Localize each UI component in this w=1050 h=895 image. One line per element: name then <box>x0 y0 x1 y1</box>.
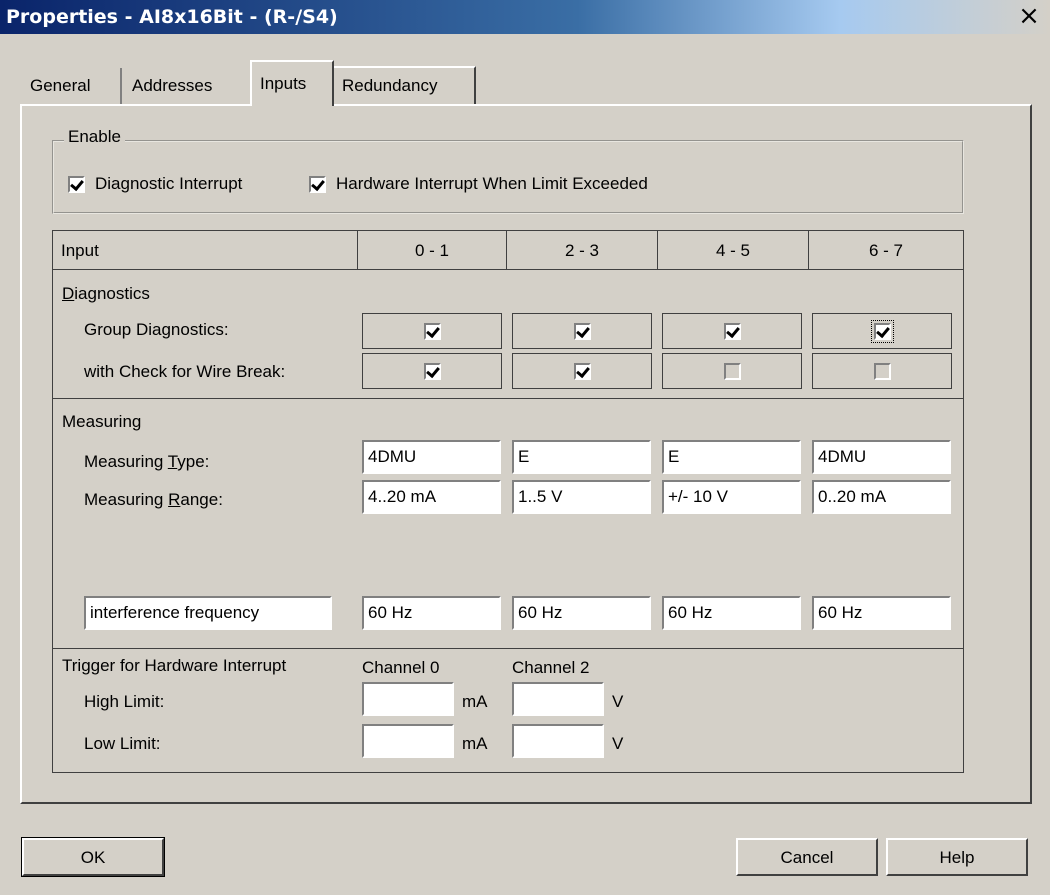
group-diag-checkbox[interactable] <box>423 322 441 340</box>
diagnostic-interrupt-checkbox[interactable] <box>68 175 85 193</box>
diagnostic-interrupt-option[interactable]: Diagnostic Interrupt <box>68 174 242 194</box>
tab-addresses[interactable]: Addresses <box>124 68 244 104</box>
header-col-label: 6 - 7 <box>868 241 904 260</box>
wire-break-checkbox-disabled <box>873 362 891 380</box>
tab-redundancy[interactable]: Redundancy <box>334 66 476 104</box>
wire-break-label: with Check for Wire Break: <box>84 362 286 381</box>
enable-group-label: Enable <box>64 127 125 147</box>
high-limit-ch2-input[interactable] <box>512 682 604 716</box>
measuring-section-label: Measuring <box>62 412 142 431</box>
group-diag-checkbox[interactable] <box>870 319 894 343</box>
header-col-4-5: 4 - 5 <box>657 230 809 270</box>
ok-button[interactable]: OK <box>21 837 165 877</box>
wire-break-cell-4-5 <box>662 353 802 389</box>
wire-break-cell-2-3[interactable] <box>512 353 652 389</box>
header-col-2-3: 2 - 3 <box>506 230 658 270</box>
wire-break-checkbox[interactable] <box>423 362 441 380</box>
hardware-interrupt-option[interactable]: Hardware Interrupt When Limit Exceeded <box>309 174 648 194</box>
tab-redundancy-label: Redundancy <box>342 76 438 95</box>
wire-break-checkbox[interactable] <box>573 362 591 380</box>
interference-field-0-1[interactable]: 60 Hz <box>362 596 501 630</box>
low-limit-ch2-input[interactable] <box>512 724 604 758</box>
header-col-label: 4 - 5 <box>715 241 751 260</box>
interference-frequency-label: interference frequency <box>84 596 332 630</box>
properties-dialog: Properties - AI8x16Bit - (R-/S4) × Gener… <box>0 0 1050 895</box>
window-title: Properties - AI8x16Bit - (R-/S4) <box>6 6 338 28</box>
channel-2-label: Channel 2 <box>512 658 590 677</box>
group-diag-cell-2-3[interactable] <box>512 313 652 349</box>
wire-break-checkbox-disabled <box>723 362 741 380</box>
header-input: Input <box>52 230 358 270</box>
cancel-button[interactable]: Cancel <box>736 838 878 876</box>
measuring-range-field-4-5[interactable]: +/- 10 V <box>662 480 801 514</box>
low-limit-ch2-unit: V <box>612 734 624 753</box>
trigger-section-label: Trigger for Hardware Interrupt <box>62 656 287 675</box>
tab-general[interactable]: General <box>22 68 122 104</box>
tab-addresses-label: Addresses <box>132 76 213 95</box>
high-limit-ch0-unit: mA <box>462 692 488 711</box>
measuring-type-field-0-1[interactable]: 4DMU <box>362 440 501 474</box>
measuring-range-field-6-7[interactable]: 0..20 mA <box>812 480 951 514</box>
low-limit-ch0-input[interactable] <box>362 724 454 758</box>
tab-general-label: General <box>30 76 91 95</box>
tab-inputs-label: Inputs <box>260 74 307 93</box>
group-diagnostics-label: Group Diagnostics: <box>84 320 229 339</box>
low-limit-ch0-unit: mA <box>462 734 488 753</box>
wire-break-cell-6-7 <box>812 353 952 389</box>
group-diag-cell-0-1[interactable] <box>362 313 502 349</box>
close-icon[interactable]: × <box>1014 3 1044 30</box>
group-diag-cell-4-5[interactable] <box>662 313 802 349</box>
tab-inputs[interactable]: Inputs <box>250 60 334 106</box>
header-col-label: 2 - 3 <box>564 241 600 260</box>
group-diag-checkbox[interactable] <box>573 322 591 340</box>
high-limit-ch2-unit: V <box>612 692 624 711</box>
header-col-0-1: 0 - 1 <box>357 230 507 270</box>
header-input-label: Input <box>61 241 99 260</box>
divider <box>53 648 963 649</box>
measuring-range-field-0-1[interactable]: 4..20 mA <box>362 480 501 514</box>
high-limit-label: High Limit: <box>84 692 165 711</box>
divider <box>53 398 963 399</box>
high-limit-ch0-input[interactable] <box>362 682 454 716</box>
channel-0-label: Channel 0 <box>362 658 440 677</box>
diagnostic-interrupt-label: Diagnostic Interrupt <box>95 174 243 193</box>
measuring-type-field-6-7[interactable]: 4DMU <box>812 440 951 474</box>
interference-field-6-7[interactable]: 60 Hz <box>812 596 951 630</box>
measuring-type-label: Measuring Type: <box>84 452 210 471</box>
header-col-label: 0 - 1 <box>414 241 450 260</box>
title-bar[interactable]: Properties - AI8x16Bit - (R-/S4) × <box>0 0 1050 34</box>
wire-break-cell-0-1[interactable] <box>362 353 502 389</box>
interference-field-2-3[interactable]: 60 Hz <box>512 596 651 630</box>
low-limit-label: Low Limit: <box>84 734 161 753</box>
header-col-6-7: 6 - 7 <box>808 230 964 270</box>
group-diag-cell-6-7[interactable] <box>812 313 952 349</box>
group-diag-checkbox[interactable] <box>723 322 741 340</box>
hardware-interrupt-label: Hardware Interrupt When Limit Exceeded <box>336 174 648 193</box>
help-button[interactable]: Help <box>886 838 1028 876</box>
hardware-interrupt-checkbox[interactable] <box>309 175 326 193</box>
diagnostics-section-label: Diagnostics <box>62 284 150 303</box>
measuring-type-field-4-5[interactable]: E <box>662 440 801 474</box>
measuring-range-field-2-3[interactable]: 1..5 V <box>512 480 651 514</box>
interference-field-4-5[interactable]: 60 Hz <box>662 596 801 630</box>
measuring-range-label: Measuring Range: <box>84 490 223 509</box>
measuring-type-field-2-3[interactable]: E <box>512 440 651 474</box>
